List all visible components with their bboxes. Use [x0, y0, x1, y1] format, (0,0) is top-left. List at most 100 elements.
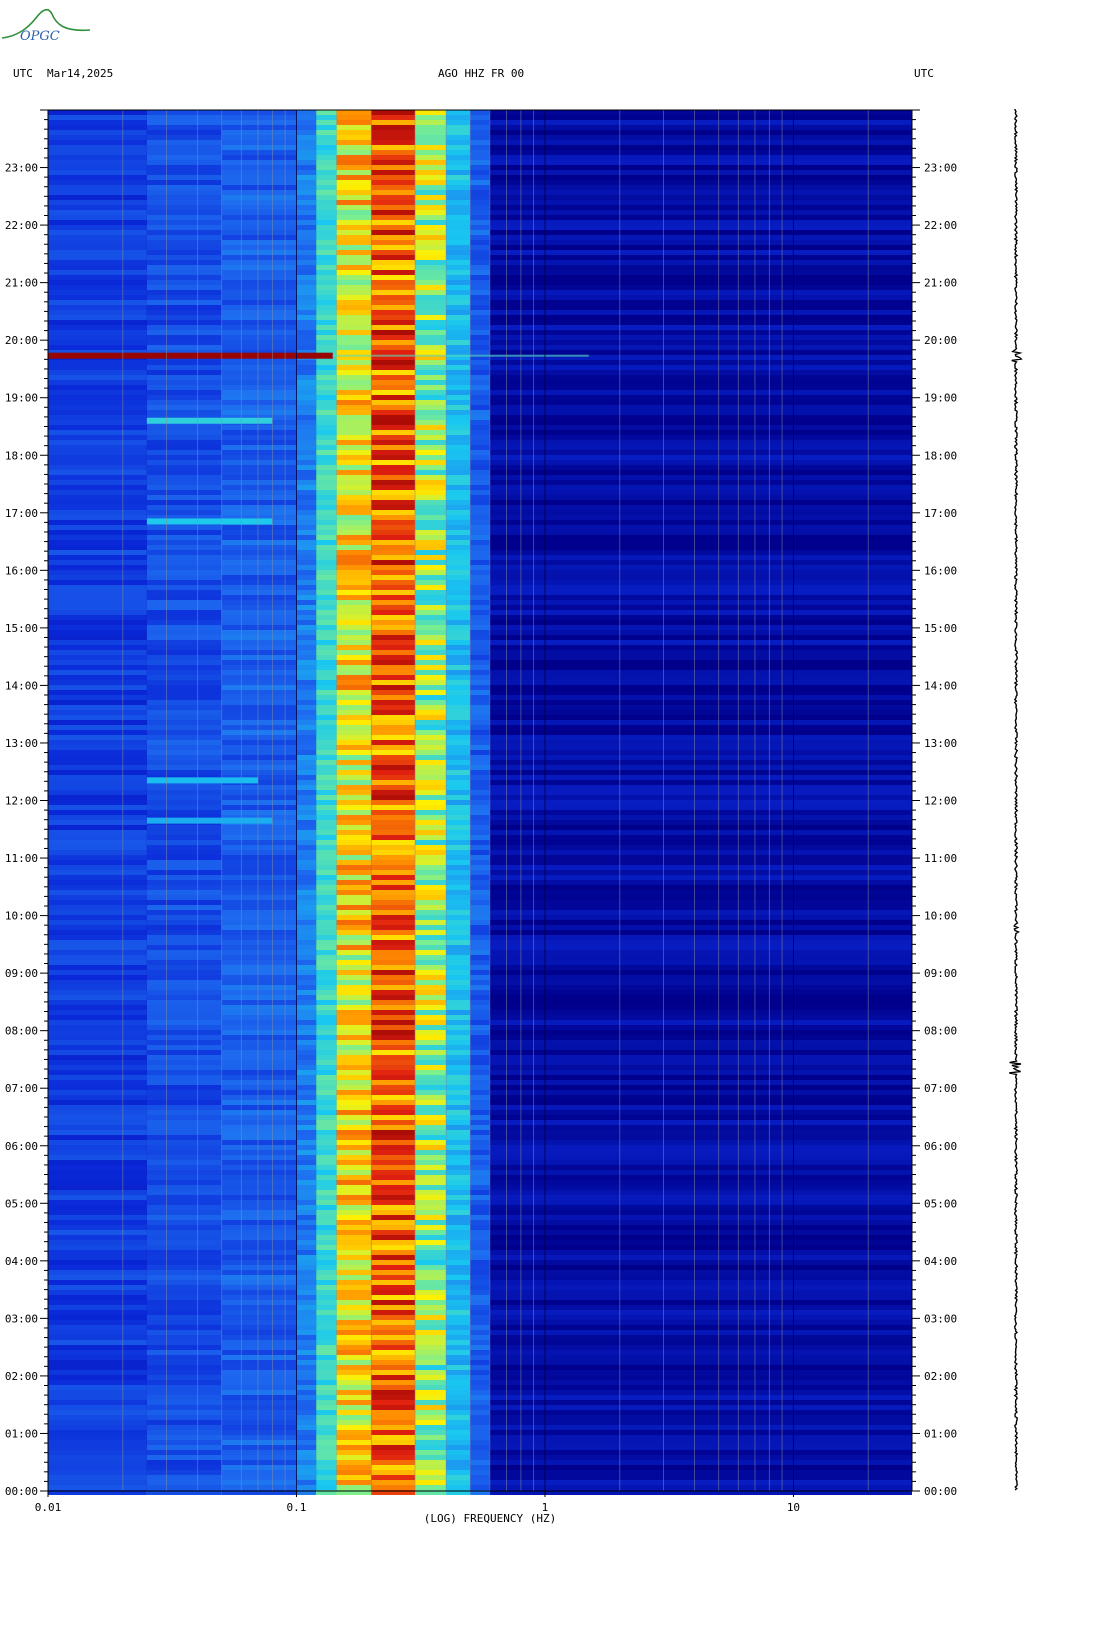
spectrum-cell — [489, 860, 912, 865]
spectrum-cell — [316, 1235, 337, 1240]
spectrum-cell — [415, 785, 447, 790]
spectrum-cell — [371, 220, 416, 225]
spectrum-cell — [415, 735, 447, 740]
spectrum-cell — [489, 700, 912, 705]
spectrum-cell — [446, 130, 471, 135]
spectrum-cell — [489, 1350, 912, 1355]
spectrum-cell — [489, 790, 912, 795]
spectrum-cell — [415, 725, 447, 730]
spectrum-cell — [415, 705, 447, 710]
spectrum-cell — [146, 1020, 222, 1025]
spectrum-cell — [371, 790, 416, 795]
spectrum-cell — [336, 1465, 372, 1470]
spectrum-cell — [415, 315, 447, 320]
spectrum-cell — [371, 935, 416, 940]
right-time-label: 14:00 — [924, 679, 957, 692]
spectrum-cell — [489, 655, 912, 660]
spectrum-cell — [489, 370, 912, 375]
spectrum-cell — [446, 1275, 471, 1280]
spectrum-cell — [371, 1385, 416, 1390]
spectrum-cell — [371, 235, 416, 240]
spectrum-cell — [296, 115, 317, 120]
spectrum-cell — [336, 1420, 372, 1425]
spectrum-cell — [415, 860, 447, 865]
spectrum-cell — [446, 375, 471, 380]
spectrum-cell — [336, 1295, 372, 1300]
spectrum-cell — [446, 1085, 471, 1090]
right-time-label: 22:00 — [924, 219, 957, 232]
spectrum-cell — [371, 1055, 416, 1060]
spectrum-cell — [316, 735, 337, 740]
left-time-label: 01:00 — [5, 1427, 38, 1440]
spectrum-cell — [296, 1185, 317, 1190]
spectrum-cell — [489, 1010, 912, 1015]
spectrum-cell — [336, 430, 372, 435]
spectrum-cell — [489, 180, 912, 185]
spectrum-cell — [48, 595, 147, 600]
spectrum-cell — [415, 1145, 447, 1150]
spectrum-cell — [489, 1430, 912, 1435]
spectrum-cell — [415, 330, 447, 335]
spectrum-cell — [371, 1400, 416, 1405]
spectrum-cell — [316, 1290, 337, 1295]
spectrum-cell — [371, 1175, 416, 1180]
spectrum-cell — [316, 715, 337, 720]
spectrum-cell — [489, 295, 912, 300]
spectrum-cell — [48, 1030, 147, 1035]
spectrum-cell — [336, 580, 372, 585]
spectrum-cell — [316, 1230, 337, 1235]
spectrum-cell — [470, 875, 490, 880]
spectrum-cell — [296, 1420, 317, 1425]
spectrum-cell — [470, 465, 490, 470]
spectrum-cell — [446, 855, 471, 860]
spectrum-cell — [489, 725, 912, 730]
spectrum-cell — [371, 370, 416, 375]
spectrum-cell — [371, 1075, 416, 1080]
spectrum-cell — [146, 425, 222, 430]
spectrum-cell — [296, 705, 317, 710]
spectrum-cell — [146, 305, 222, 310]
spectrum-cell — [470, 1025, 490, 1030]
spectrum-cell — [415, 440, 447, 445]
spectrum-cell — [316, 400, 337, 405]
spectrum-cell — [336, 780, 372, 785]
spectrum-cell — [146, 955, 222, 960]
spectrum-cell — [446, 930, 471, 935]
spectrum-cell — [296, 455, 317, 460]
spectrum-cell — [415, 570, 447, 575]
spectrum-cell — [316, 360, 337, 365]
spectrum-cell — [336, 250, 372, 255]
spectrum-cell — [48, 800, 147, 805]
spectrum-cell — [446, 760, 471, 765]
spectrum-cell — [146, 340, 222, 345]
spectrum-cell — [489, 1335, 912, 1340]
spectrum-cell — [48, 985, 147, 990]
spectrum-cell — [296, 290, 317, 295]
spectrum-cell — [470, 590, 490, 595]
spectrum-cell — [415, 200, 447, 205]
spectrum-cell — [336, 425, 372, 430]
spectrum-cell — [296, 1230, 317, 1235]
spectrum-cell — [446, 1120, 471, 1125]
spectrum-cell — [415, 1015, 447, 1020]
spectrum-cell — [415, 110, 447, 115]
spectrum-cell — [489, 150, 912, 155]
spectrum-cell — [296, 235, 317, 240]
spectrum-cell — [470, 1295, 490, 1300]
spectrum-cell — [446, 730, 471, 735]
spectrum-cell — [296, 945, 317, 950]
spectrum-cell — [336, 615, 372, 620]
spectrum-cell — [336, 345, 372, 350]
spectrum-cell — [446, 1015, 471, 1020]
spectrum-cell — [336, 535, 372, 540]
spectrum-cell — [336, 1315, 372, 1320]
spectrum-cell — [415, 1420, 447, 1425]
spectrum-cell — [48, 435, 147, 440]
spectrum-cell — [296, 1165, 317, 1170]
spectrum-cell — [470, 985, 490, 990]
spectrum-cell — [336, 760, 372, 765]
spectrum-cell — [470, 535, 490, 540]
spectrum-cell — [371, 1065, 416, 1070]
spectrum-cell — [470, 745, 490, 750]
spectrum-cell — [316, 455, 337, 460]
